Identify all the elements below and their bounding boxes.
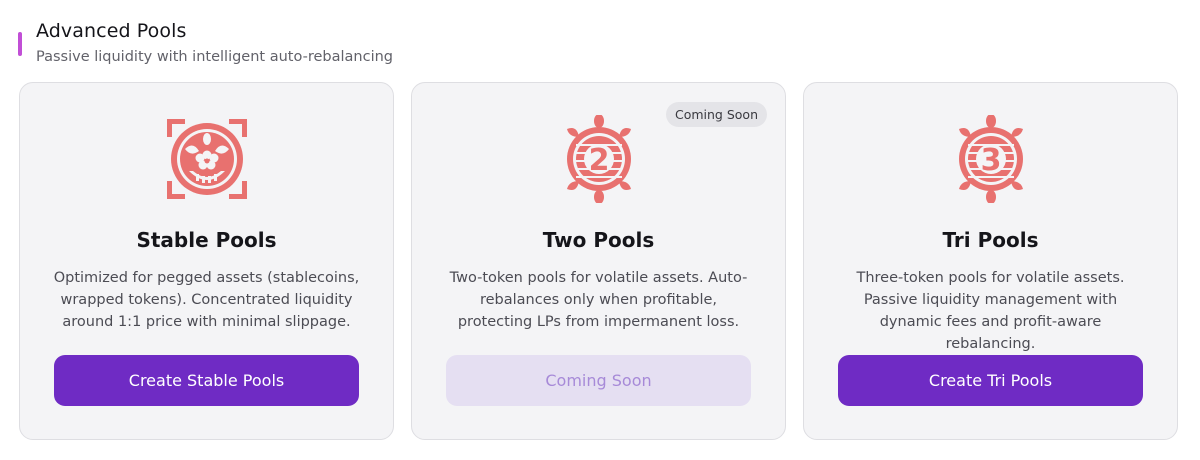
tri-pool-emblem-icon: 3 [947,115,1035,203]
coming-soon-button[interactable]: Coming Soon [446,355,751,406]
card-description: Optimized for pegged assets (stablecoins… [53,270,360,330]
create-tri-pools-button[interactable]: Create Tri Pools [838,355,1143,406]
coming-soon-badge: Coming Soon [665,102,767,127]
card-title: Tri Pools [942,228,1039,252]
card-title: Two Pools [542,228,655,252]
svg-text:3: 3 [980,143,1001,178]
svg-text:2: 2 [588,143,609,178]
section-subtitle: Passive liquidity with intelligent auto-… [36,49,393,65]
card-stable-pools: Stable Pools Optimized for pegged assets… [19,82,394,440]
card-two-pools: Coming Soon 2 Two Pools Two-token pools … [411,82,786,440]
create-stable-pools-button[interactable]: Create Stable Pools [54,355,359,406]
stable-pool-emblem-icon [163,115,251,203]
section-accent-bar [18,32,22,56]
card-tri-pools: 3 Tri Pools Three-token pools for volati… [803,82,1178,440]
card-description: Two-token pools for volatile assets. Aut… [449,270,748,330]
two-pool-emblem-icon: 2 [555,115,643,203]
section-title: Advanced Pools [36,20,187,42]
card-description: Three-token pools for volatile assets. P… [856,270,1125,352]
card-title: Stable Pools [136,228,277,252]
